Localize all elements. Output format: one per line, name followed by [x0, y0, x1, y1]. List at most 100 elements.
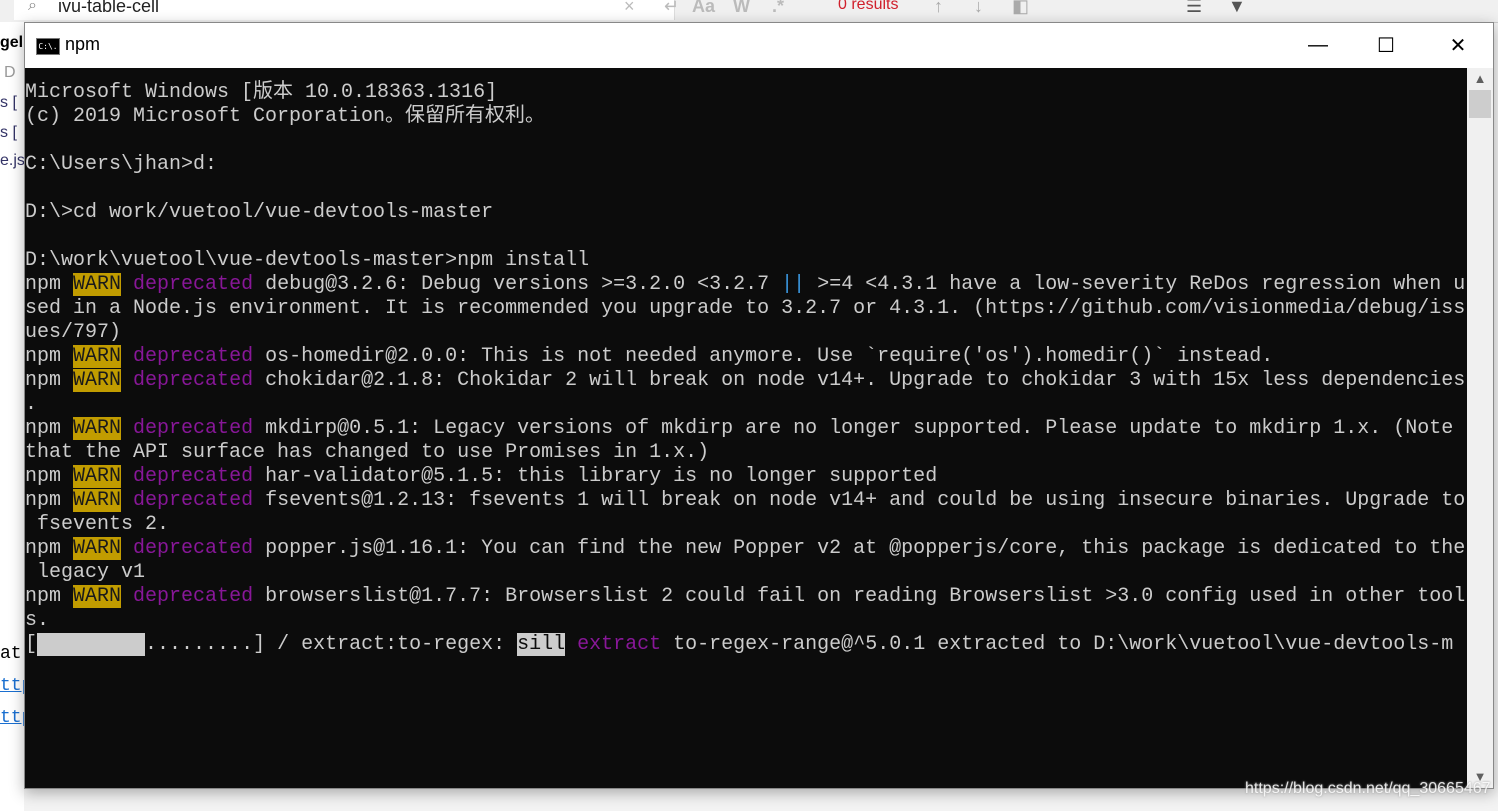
deprecated-text: deprecated: [133, 417, 254, 440]
console-text: debug@3.2.6: Debug versions >=3.2.0 <3.2…: [253, 273, 782, 296]
warn-text: WARN: [73, 465, 122, 488]
deprecated-text: deprecated: [133, 489, 254, 512]
console-text: npm: [25, 345, 74, 368]
console-text: popper.js@1.16.1: You can find the new P…: [253, 537, 1466, 560]
list-icon[interactable]: ☰: [1186, 0, 1202, 17]
warn-text: WARN: [73, 537, 122, 560]
deprecated-text: deprecated: [133, 585, 254, 608]
link-fragment[interactable]: ttp: [0, 676, 24, 696]
console-text: fsevents 2.: [25, 513, 170, 536]
console-text: npm: [25, 465, 74, 488]
console-text: har-validator@5.1.5: this library is no …: [253, 465, 938, 488]
maximize-button[interactable]: ☐: [1351, 23, 1421, 68]
warn-text: WARN: [73, 489, 122, 512]
console-text: .: [25, 393, 38, 416]
deprecated-text: deprecated: [133, 345, 254, 368]
console-line: npm WARN deprecated debug@3.2.6: Debug v…: [25, 273, 1465, 297]
console-text: browserslist@1.7.7: Browserslist 2 could…: [253, 585, 1466, 608]
cmd-app-icon[interactable]: C:\.: [36, 38, 60, 55]
results-count: 0 results: [838, 0, 899, 13]
console-text: chokidar@2.1.8: Chokidar 2 will break on…: [253, 369, 1466, 392]
warn-text: WARN: [73, 273, 122, 296]
console-text: fsevents@1.2.13: fsevents 1 will break o…: [253, 489, 1466, 512]
console-text: D:\work\vuetool\vue-devtools-master>npm …: [25, 249, 590, 272]
console-text: npm: [25, 273, 74, 296]
console-line: C:\Users\jhan>d:: [25, 153, 217, 177]
console-text: npm: [25, 369, 74, 392]
console-text: Microsoft Windows [版本 10.0.18363.1316]: [25, 81, 498, 104]
console-output[interactable]: Microsoft Windows [版本 10.0.18363.1316] (c…: [25, 68, 1467, 788]
vertical-scrollbar[interactable]: ▲ ▼: [1467, 68, 1493, 788]
console-line: npm WARN deprecated mkdirp@0.5.1: Legacy…: [25, 417, 1453, 441]
match-case-toggle[interactable]: Aa: [692, 0, 715, 17]
select-all-icon[interactable]: ◧: [1012, 0, 1029, 17]
clear-icon[interactable]: ×: [624, 0, 635, 17]
fragment: gel: [0, 34, 24, 51]
console-text: mkdirp@0.5.1: Legacy versions of mkdirp …: [253, 417, 1454, 440]
console-line: D:\work\vuetool\vue-devtools-master>npm …: [25, 249, 589, 273]
bar-text: [37, 633, 146, 656]
console-text: C:\Users\jhan>d:: [25, 153, 218, 176]
console-line: npm WARN deprecated chokidar@2.1.8: Chok…: [25, 369, 1465, 393]
console-line: npm WARN deprecated fsevents@1.2.13: fse…: [25, 489, 1465, 513]
console-text: os-homedir@2.0.0: This is not needed any…: [253, 345, 1274, 368]
search-icon: ⌕: [28, 0, 37, 14]
console-text: .........] / extract:to-regex:: [145, 633, 518, 656]
console-text: npm: [25, 417, 74, 440]
console-line: that the API surface has changed to use …: [25, 441, 709, 465]
console-text: D:\>cd work/vuetool/vue-devtools-master: [25, 201, 494, 224]
console-text: to-regex-range@^5.0.1 extracted to D:\wo…: [661, 633, 1454, 656]
pipe-text: ||: [781, 273, 806, 296]
console-line: sed in a Node.js environment. It is reco…: [25, 297, 1465, 321]
console-line: npm WARN deprecated har-validator@5.1.5:…: [25, 465, 937, 489]
console-text: >=4 <4.3.1 have a low-severity ReDos reg…: [805, 273, 1466, 296]
deprecated-text: deprecated: [133, 537, 254, 560]
minimize-button[interactable]: —: [1283, 23, 1353, 68]
prev-result-icon[interactable]: ↑: [934, 0, 943, 17]
console-text: ues/797): [25, 321, 122, 344]
background-find-toolbar: ⌕ ivu-table-cell × ↵ Aa W .* 0 results ↑…: [0, 0, 1498, 23]
console-line: (c) 2019 Microsoft Corporation。保留所有权利。: [25, 105, 545, 129]
filter-icon[interactable]: ▼: [1228, 0, 1246, 17]
fragment: e.js: [0, 152, 24, 169]
find-query: ivu-table-cell: [58, 0, 160, 16]
next-result-icon[interactable]: ↓: [974, 0, 983, 17]
scroll-up-icon[interactable]: ▲: [1467, 68, 1493, 90]
link-fragment[interactable]: ttp: [0, 708, 24, 728]
fragment: s [: [0, 94, 17, 111]
warn-text: WARN: [73, 585, 122, 608]
whole-word-toggle[interactable]: W: [733, 0, 750, 17]
console-line: fsevents 2.: [25, 513, 169, 537]
console-text: [: [25, 633, 38, 656]
console-line: npm WARN deprecated browserslist@1.7.7: …: [25, 585, 1465, 609]
background-editor-strip: gel D s [ s [ e.js at: ttp ttp: [0, 22, 24, 811]
scroll-thumb[interactable]: [1469, 90, 1491, 118]
warn-text: WARN: [73, 345, 122, 368]
console-text: s.: [25, 609, 50, 632]
regex-toggle[interactable]: .*: [772, 0, 784, 17]
console-line: ues/797): [25, 321, 121, 345]
console-line: npm WARN deprecated os-homedir@2.0.0: Th…: [25, 345, 1273, 369]
watermark: https://blog.csdn.net/qq_30665467: [1245, 780, 1491, 797]
console-text: npm: [25, 585, 74, 608]
title-bar[interactable]: C:\. npm — ☐ ✕: [25, 23, 1493, 68]
window-title: npm: [65, 34, 101, 54]
deprecated-text: deprecated: [133, 273, 254, 296]
console-text: legacy v1: [25, 561, 146, 584]
warn-text: WARN: [73, 369, 122, 392]
console-line: [ .........] / extract:to-regex: sill ex…: [25, 633, 1453, 657]
console-line: D:\>cd work/vuetool/vue-devtools-master: [25, 201, 493, 225]
fragment: D: [4, 64, 16, 81]
enter-icon[interactable]: ↵: [664, 0, 679, 17]
console-line: .: [25, 393, 37, 417]
deprecated-text: deprecated: [133, 465, 254, 488]
fragment: s [: [0, 124, 17, 141]
find-input[interactable]: ⌕ ivu-table-cell × ↵: [14, 0, 679, 20]
close-button[interactable]: ✕: [1423, 23, 1493, 68]
